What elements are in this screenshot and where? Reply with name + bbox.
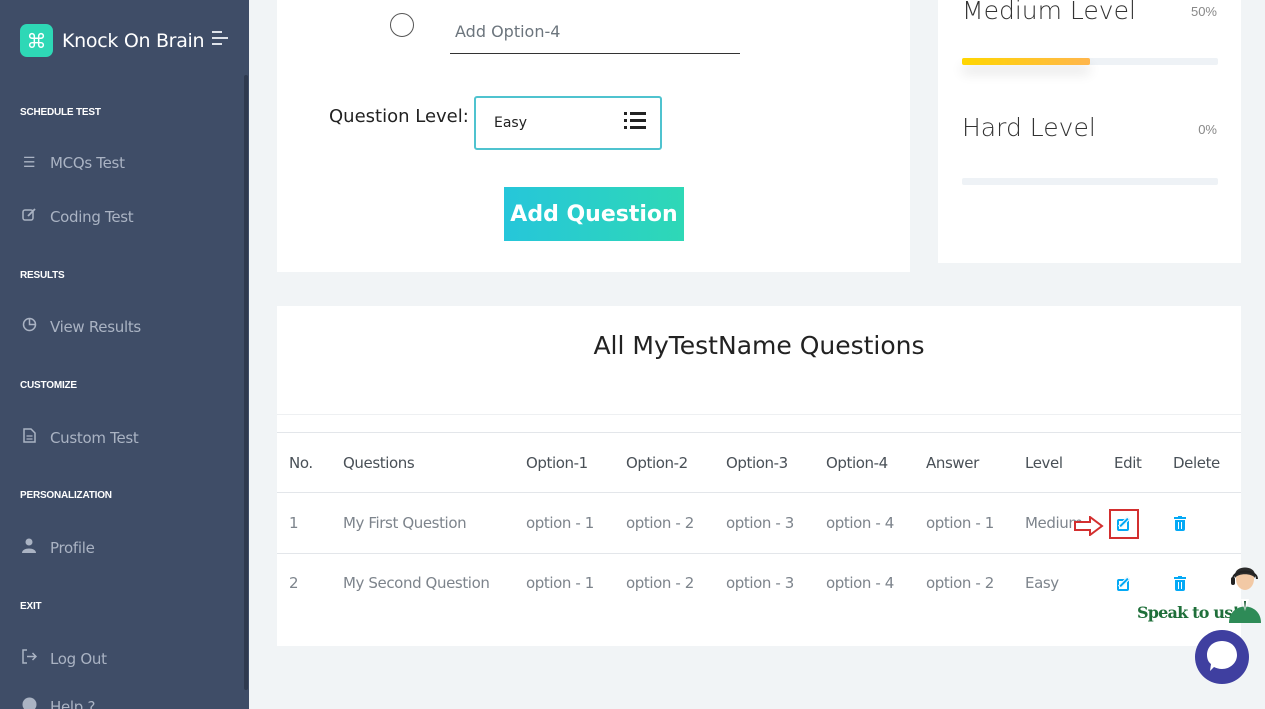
trash-icon[interactable]	[1174, 576, 1186, 591]
col-header-delete: Delete	[1173, 454, 1220, 472]
medium-level-percent: 50%	[1190, 4, 1217, 19]
sidebar: ⌘ Knock On Brain SCHEDULE TEST ☰ MCQs Te…	[0, 0, 249, 709]
cell-option-4: option - 4	[826, 574, 894, 592]
section-label-personalization: PERSONALIZATION	[20, 490, 112, 501]
cell-option-2: option - 2	[626, 514, 694, 532]
questions-table-card: All MyTestName Questions No. Questions O…	[277, 306, 1241, 646]
level-stats-card: Medium Level 50% Hard Level 0%	[938, 0, 1241, 263]
sidebar-item-help[interactable]: Help ?	[20, 697, 95, 709]
section-label-results: RESULTS	[20, 270, 65, 281]
cell-answer: option - 2	[926, 574, 994, 592]
option-4-radio[interactable]	[390, 13, 414, 37]
cell-option-1: option - 1	[526, 574, 594, 592]
sidebar-item-profile[interactable]: Profile	[20, 538, 95, 557]
col-header-no: No.	[289, 454, 313, 472]
col-header-questions: Questions	[343, 454, 415, 472]
hard-level-label: Hard Level	[962, 113, 1096, 142]
col-header-answer: Answer	[926, 454, 979, 472]
cell-option-2: option - 2	[626, 574, 694, 592]
pie-chart-icon	[20, 317, 38, 336]
logout-icon	[20, 649, 38, 668]
divider	[277, 414, 1241, 415]
sidebar-item-log-out[interactable]: Log Out	[20, 649, 107, 668]
sidebar-item-label: Custom Test	[50, 428, 139, 447]
cell-option-3: option - 3	[726, 574, 794, 592]
section-label-schedule-test: SCHEDULE TEST	[20, 107, 101, 118]
sidebar-item-label: Coding Test	[50, 207, 134, 226]
cell-no: 2	[289, 574, 299, 592]
chat-bubble-icon[interactable]	[1194, 627, 1250, 689]
sidebar-item-label: Log Out	[50, 649, 107, 668]
list-icon	[624, 112, 646, 133]
sidebar-item-custom-test[interactable]: Custom Test	[20, 428, 139, 447]
list-icon: ☰	[22, 155, 36, 171]
hard-level-progress	[962, 178, 1218, 185]
user-icon	[20, 538, 38, 557]
brand[interactable]: ⌘ Knock On Brain	[20, 24, 205, 57]
pointer-arrow-icon	[1074, 516, 1104, 536]
cell-level: Easy	[1025, 574, 1059, 592]
sidebar-item-coding-test[interactable]: Coding Test	[20, 207, 134, 226]
question-level-value: Easy	[494, 115, 528, 131]
question-level-label: Question Level:	[329, 106, 469, 127]
col-header-option-3: Option-3	[726, 454, 788, 472]
sidebar-item-mcqs-test[interactable]: ☰ MCQs Test	[20, 154, 125, 172]
col-header-option-2: Option-2	[626, 454, 688, 472]
question-level-select[interactable]: Easy	[474, 96, 662, 150]
sidebar-item-view-results[interactable]: View Results	[20, 317, 141, 336]
sidebar-item-label: Help ?	[50, 697, 96, 709]
cell-option-1: option - 1	[526, 514, 594, 532]
brand-name: Knock On Brain	[62, 29, 205, 52]
support-agent-icon[interactable]	[1227, 565, 1263, 623]
cell-option-3: option - 3	[726, 514, 794, 532]
medium-level-progress-fill	[962, 58, 1090, 65]
edit-icon	[20, 207, 38, 226]
divider	[277, 432, 1241, 433]
sidebar-item-label: MCQs Test	[50, 154, 125, 172]
cell-question: My Second Question	[343, 574, 490, 592]
cell-no: 1	[289, 514, 299, 532]
file-icon	[20, 428, 38, 447]
command-logo-icon: ⌘	[20, 24, 53, 57]
hard-level-percent: 0%	[1198, 122, 1217, 137]
row-divider	[277, 553, 1241, 554]
col-header-level: Level	[1025, 454, 1063, 472]
sidebar-item-label: Profile	[50, 538, 95, 557]
trash-icon[interactable]	[1174, 516, 1186, 531]
sidebar-scrollbar[interactable]	[244, 75, 248, 690]
col-header-option-1: Option-1	[526, 454, 588, 472]
add-question-button[interactable]: Add Question	[504, 187, 684, 241]
col-header-edit: Edit	[1114, 454, 1142, 472]
table-title: All MyTestName Questions	[593, 331, 925, 360]
row-divider	[277, 492, 1241, 493]
sidebar-item-label: View Results	[50, 317, 141, 336]
section-label-customize: CUSTOMIZE	[20, 380, 77, 391]
add-question-card: Question Level: Easy Add Question	[277, 0, 910, 272]
cell-answer: option - 1	[926, 514, 994, 532]
speak-to-us-label[interactable]: Speak to us!	[1137, 603, 1239, 622]
col-header-option-4: Option-4	[826, 454, 888, 472]
option-4-input[interactable]	[450, 20, 740, 54]
edit-icon[interactable]	[1117, 516, 1132, 531]
medium-level-label: Medium Level	[962, 0, 1136, 25]
help-icon	[20, 697, 38, 709]
section-label-exit: EXIT	[20, 601, 42, 612]
medium-level-progress	[962, 58, 1218, 65]
menu-toggle-icon[interactable]	[212, 31, 228, 49]
cell-question: My First Question	[343, 514, 467, 532]
edit-icon[interactable]	[1117, 576, 1132, 591]
cell-option-4: option - 4	[826, 514, 894, 532]
